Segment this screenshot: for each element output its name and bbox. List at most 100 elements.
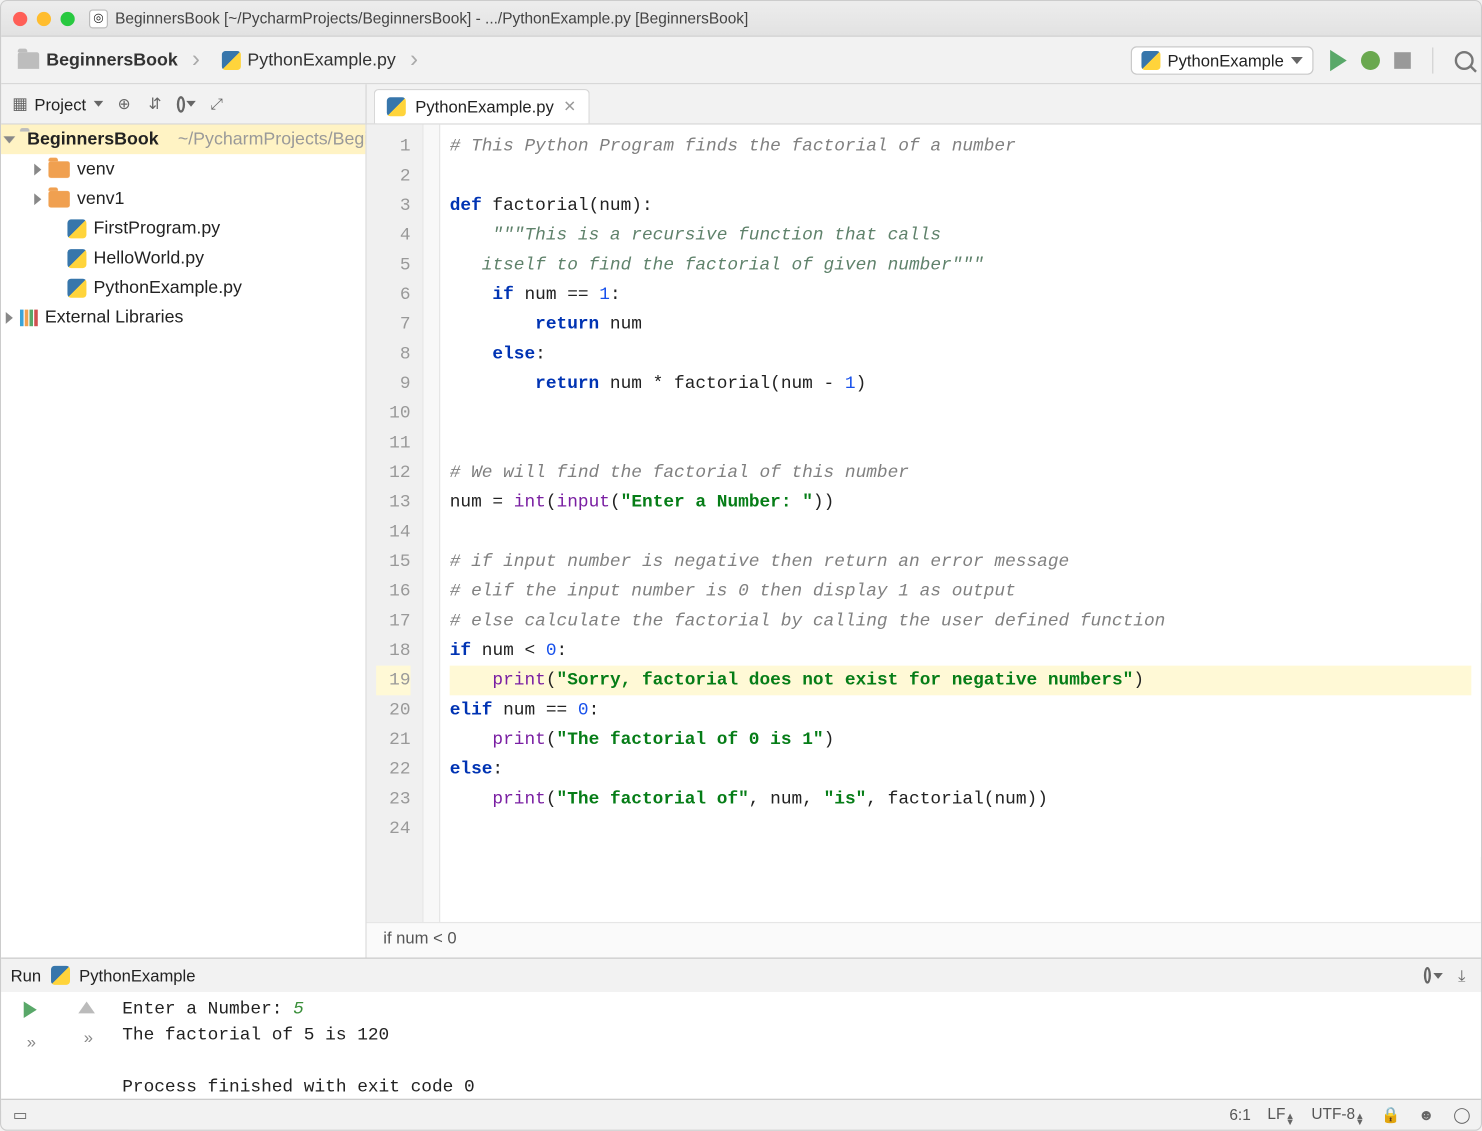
line-number[interactable]: 1 bbox=[376, 132, 410, 162]
tree-external-libraries[interactable]: External Libraries bbox=[1, 303, 365, 333]
code-line[interactable]: else: bbox=[450, 339, 1472, 369]
code-line[interactable]: elif num == 0: bbox=[450, 695, 1472, 725]
editor-breadcrumb[interactable]: if num < 0 bbox=[367, 922, 1481, 958]
code-line[interactable]: print("The factorial of 0 is 1") bbox=[450, 725, 1472, 755]
lock-icon[interactable]: 🔒 bbox=[1381, 1105, 1400, 1124]
line-number[interactable]: 4 bbox=[376, 221, 410, 251]
line-number[interactable]: 10 bbox=[376, 399, 410, 429]
hide-button[interactable]: ⤢ bbox=[207, 94, 226, 113]
line-number[interactable]: 21 bbox=[376, 725, 410, 755]
code-line[interactable] bbox=[450, 161, 1472, 191]
search-everywhere-button[interactable] bbox=[1455, 50, 1474, 69]
tree-item-file[interactable]: FirstProgram.py bbox=[1, 214, 365, 244]
line-number[interactable]: 14 bbox=[376, 517, 410, 547]
fold-column[interactable] bbox=[424, 125, 441, 922]
expand-icon[interactable] bbox=[4, 136, 16, 143]
run-settings-button[interactable] bbox=[1424, 966, 1443, 985]
breadcrumb-project[interactable]: BeginnersBook › bbox=[8, 42, 212, 79]
line-number[interactable]: 7 bbox=[376, 310, 410, 340]
code-line[interactable]: """This is a recursive function that cal… bbox=[450, 221, 1472, 251]
code-line[interactable]: # We will find the factorial of this num… bbox=[450, 458, 1472, 488]
code-line[interactable]: if num == 1: bbox=[450, 280, 1472, 310]
close-window-button[interactable] bbox=[13, 11, 27, 25]
zoom-window-button[interactable] bbox=[61, 11, 75, 25]
code-line[interactable]: print("Sorry, factorial does not exist f… bbox=[450, 666, 1472, 696]
code-area[interactable]: # This Python Program finds the factoria… bbox=[440, 125, 1481, 922]
editor-tab[interactable]: PythonExample.py ✕ bbox=[374, 89, 590, 123]
code-line[interactable]: return num bbox=[450, 310, 1472, 340]
code-line[interactable]: # if input number is negative then retur… bbox=[450, 547, 1472, 577]
code-line[interactable]: # else calculate the factorial by callin… bbox=[450, 606, 1472, 636]
toolwindows-button[interactable]: ▭ bbox=[11, 1105, 30, 1124]
close-tab-button[interactable]: ✕ bbox=[563, 97, 576, 116]
code-line[interactable] bbox=[450, 814, 1472, 844]
project-view-selector[interactable]: ▦ Project bbox=[11, 94, 103, 113]
run-button[interactable] bbox=[1330, 49, 1347, 70]
breadcrumb-file[interactable]: PythonExample.py › bbox=[212, 42, 430, 79]
line-number[interactable]: 11 bbox=[376, 428, 410, 458]
project-tree[interactable]: BeginnersBook ~/PycharmProjects/Beginner… bbox=[1, 125, 366, 958]
chevron-down-icon bbox=[1433, 972, 1442, 978]
code-line[interactable]: # elif the input number is 0 then displa… bbox=[450, 577, 1472, 607]
code-line[interactable] bbox=[450, 399, 1472, 429]
locate-button[interactable]: ⊕ bbox=[115, 94, 134, 113]
settings-button[interactable] bbox=[176, 94, 195, 113]
file-encoding[interactable]: UTF-8▲▼ bbox=[1311, 1105, 1364, 1125]
stop-button[interactable] bbox=[1394, 52, 1411, 69]
line-number[interactable]: 5 bbox=[376, 250, 410, 280]
tree-item-venv1[interactable]: venv1 bbox=[1, 184, 365, 214]
line-number[interactable]: 18 bbox=[376, 636, 410, 666]
line-number[interactable]: 15 bbox=[376, 547, 410, 577]
expand-icon[interactable] bbox=[34, 193, 41, 205]
tree-item-venv[interactable]: venv bbox=[1, 154, 365, 184]
line-number[interactable]: 16 bbox=[376, 577, 410, 607]
expand-icon[interactable] bbox=[34, 163, 41, 175]
code-line[interactable] bbox=[450, 517, 1472, 547]
mascot-icon[interactable]: ☻ bbox=[1417, 1105, 1436, 1124]
line-number[interactable]: 20 bbox=[376, 695, 410, 725]
code-line[interactable]: print("The factorial of", num, "is", fac… bbox=[450, 784, 1472, 814]
line-number[interactable]: 19 bbox=[376, 666, 410, 696]
collapse-all-button[interactable]: ⇵ bbox=[145, 94, 164, 113]
code-line[interactable]: itself to find the factorial of given nu… bbox=[450, 250, 1472, 280]
code-line[interactable]: # This Python Program finds the factoria… bbox=[450, 132, 1472, 162]
titlebar[interactable]: ◎ BeginnersBook [~/PycharmProjects/Begin… bbox=[1, 1, 1481, 37]
tree-item-file[interactable]: PythonExample.py bbox=[1, 273, 365, 303]
caret-position[interactable]: 6:1 bbox=[1229, 1106, 1250, 1124]
code-line[interactable]: num = int(input("Enter a Number: ")) bbox=[450, 488, 1472, 518]
minimize-window-button[interactable] bbox=[37, 11, 51, 25]
line-number[interactable]: 6 bbox=[376, 280, 410, 310]
line-number[interactable]: 8 bbox=[376, 339, 410, 369]
line-number[interactable]: 22 bbox=[376, 755, 410, 785]
line-number[interactable]: 9 bbox=[376, 369, 410, 399]
code-line[interactable]: def factorial(num): bbox=[450, 191, 1472, 221]
download-button[interactable]: ⤓ bbox=[1452, 966, 1471, 985]
line-number[interactable]: 24 bbox=[376, 814, 410, 844]
code-line[interactable] bbox=[450, 428, 1472, 458]
code-line[interactable]: if num < 0: bbox=[450, 636, 1472, 666]
run-config-selector[interactable]: PythonExample bbox=[1131, 46, 1314, 74]
tree-item-file[interactable]: HelloWorld.py bbox=[1, 243, 365, 273]
expand-button[interactable]: » bbox=[27, 1032, 33, 1051]
editor-viewport[interactable]: 123456789101112131415161718192021222324 … bbox=[367, 125, 1481, 922]
feedback-icon[interactable]: ◯ bbox=[1452, 1105, 1471, 1124]
run-toolwindow-header[interactable]: Run PythonExample ⤓ bbox=[1, 959, 1481, 992]
code-line[interactable]: else: bbox=[450, 755, 1472, 785]
separator bbox=[1432, 47, 1433, 73]
line-number[interactable]: 12 bbox=[376, 458, 410, 488]
debug-button[interactable] bbox=[1361, 50, 1380, 69]
rerun-button[interactable] bbox=[23, 1001, 36, 1018]
line-number[interactable]: 13 bbox=[376, 488, 410, 518]
more-button[interactable]: » bbox=[84, 1028, 90, 1047]
line-separator[interactable]: LF▲▼ bbox=[1267, 1105, 1294, 1125]
scroll-up-button[interactable] bbox=[78, 1001, 95, 1013]
line-number[interactable]: 2 bbox=[376, 161, 410, 191]
line-number[interactable]: 3 bbox=[376, 191, 410, 221]
line-number[interactable]: 17 bbox=[376, 606, 410, 636]
code-line[interactable]: return num * factorial(num - 1) bbox=[450, 369, 1472, 399]
tree-root[interactable]: BeginnersBook ~/PycharmProjects/Beginner… bbox=[1, 125, 365, 155]
line-number[interactable]: 23 bbox=[376, 784, 410, 814]
gutter[interactable]: 123456789101112131415161718192021222324 bbox=[367, 125, 424, 922]
expand-icon[interactable] bbox=[6, 311, 13, 323]
console-output[interactable]: Enter a Number: 5The factorial of 5 is 1… bbox=[115, 992, 1481, 1099]
